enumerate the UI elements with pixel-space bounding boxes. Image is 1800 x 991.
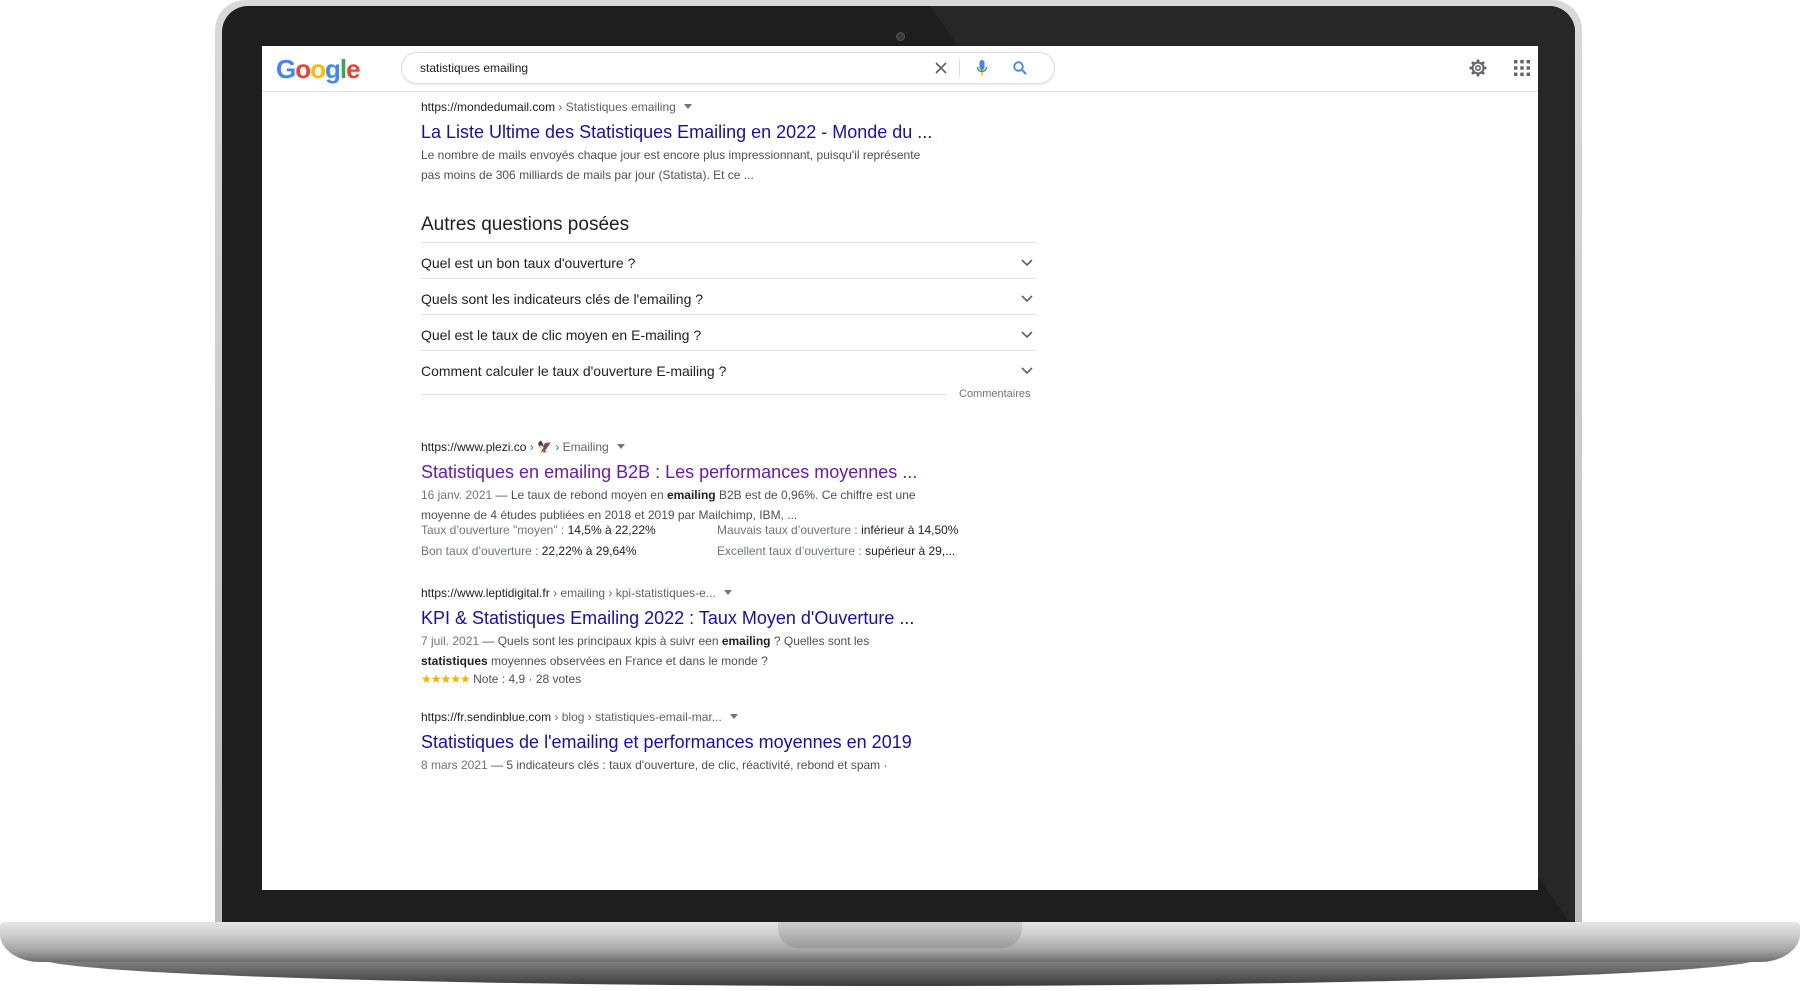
webcam	[896, 32, 905, 41]
result-snippet: Le nombre de mails envoyés chaque jour e…	[421, 148, 921, 182]
paa-question[interactable]: Comment calculer le taux d'ouverture E-m…	[421, 350, 1037, 392]
browser-screen: Google statistiques emailing https://mon…	[262, 46, 1538, 890]
laptop-base-shadow	[40, 958, 1760, 986]
result-snippet: 7 juil. 2021 — Quels sont les principaux…	[421, 634, 870, 668]
clear-icon[interactable]	[931, 58, 951, 78]
search-header: Google	[262, 46, 1538, 92]
result-url[interactable]: https://mondedumail.com › Statistiques e…	[421, 99, 1041, 115]
search-result: https://mondedumail.com › Statistiques e…	[421, 99, 1041, 185]
result-title[interactable]: Statistiques en emailing B2B : Les perfo…	[421, 460, 1041, 484]
people-also-ask-heading: Autres questions posées	[421, 214, 630, 235]
search-divider	[959, 59, 960, 77]
chevron-down-icon[interactable]	[729, 714, 738, 719]
attribute-row: Mauvais taux d’ouverture : inférieur à 1…	[717, 523, 959, 537]
search-result: https://www.leptidigital.fr › emailing ›…	[421, 585, 1041, 689]
attribute-row: Bon taux d’ouverture : 22,22% à 29,64%	[421, 544, 637, 558]
result-url[interactable]: https://www.leptidigital.fr › emailing ›…	[421, 585, 1041, 601]
apps-grid-icon[interactable]	[1510, 56, 1534, 80]
search-icon[interactable]	[1009, 57, 1031, 79]
paa-divider	[421, 394, 947, 395]
search-result: https://fr.sendinblue.com › blog › stati…	[421, 709, 1041, 775]
result-rating: ★★★★★ Note : 4,9 · 28 votes	[421, 672, 582, 686]
result-snippet: 16 janv. 2021 — Le taux de rebond moyen …	[421, 488, 916, 522]
result-title[interactable]: KPI & Statistiques Emailing 2022 : Taux …	[421, 606, 1041, 630]
microphone-icon[interactable]	[972, 57, 992, 79]
search-result: https://www.plezi.co › 🦅 › Emailing Stat…	[421, 439, 1041, 525]
attribute-row: Taux d’ouverture "moyen" : 14,5% à 22,22…	[421, 523, 656, 537]
chevron-down-icon	[1021, 295, 1033, 303]
feedback-link[interactable]: Commentaires	[959, 388, 1031, 400]
chevron-down-icon	[1021, 331, 1033, 339]
settings-gear-icon[interactable]	[1466, 56, 1490, 80]
google-logo[interactable]: Google	[276, 54, 361, 85]
result-url[interactable]: https://fr.sendinblue.com › blog › stati…	[421, 709, 1041, 725]
chevron-down-icon	[1021, 367, 1033, 375]
chevron-down-icon	[1021, 259, 1033, 267]
attribute-row: Excellent taux d’ouverture : supérieur à…	[717, 544, 956, 558]
result-title[interactable]: Statistiques de l'emailing et performanc…	[421, 730, 1041, 754]
laptop-opening-notch	[778, 922, 1022, 948]
search-input[interactable]	[420, 58, 900, 78]
search-box[interactable]	[401, 52, 1055, 84]
rating-stars-icon: ★★★★★	[421, 672, 471, 686]
result-url[interactable]: https://www.plezi.co › 🦅 › Emailing	[421, 439, 1041, 455]
result-snippet: 8 mars 2021 — 5 indicateurs clés : taux …	[421, 758, 888, 772]
chevron-down-icon[interactable]	[683, 104, 692, 109]
chevron-down-icon[interactable]	[723, 590, 732, 595]
chevron-down-icon[interactable]	[616, 444, 625, 449]
result-title[interactable]: La Liste Ultime des Statistiques Emailin…	[421, 120, 1041, 144]
